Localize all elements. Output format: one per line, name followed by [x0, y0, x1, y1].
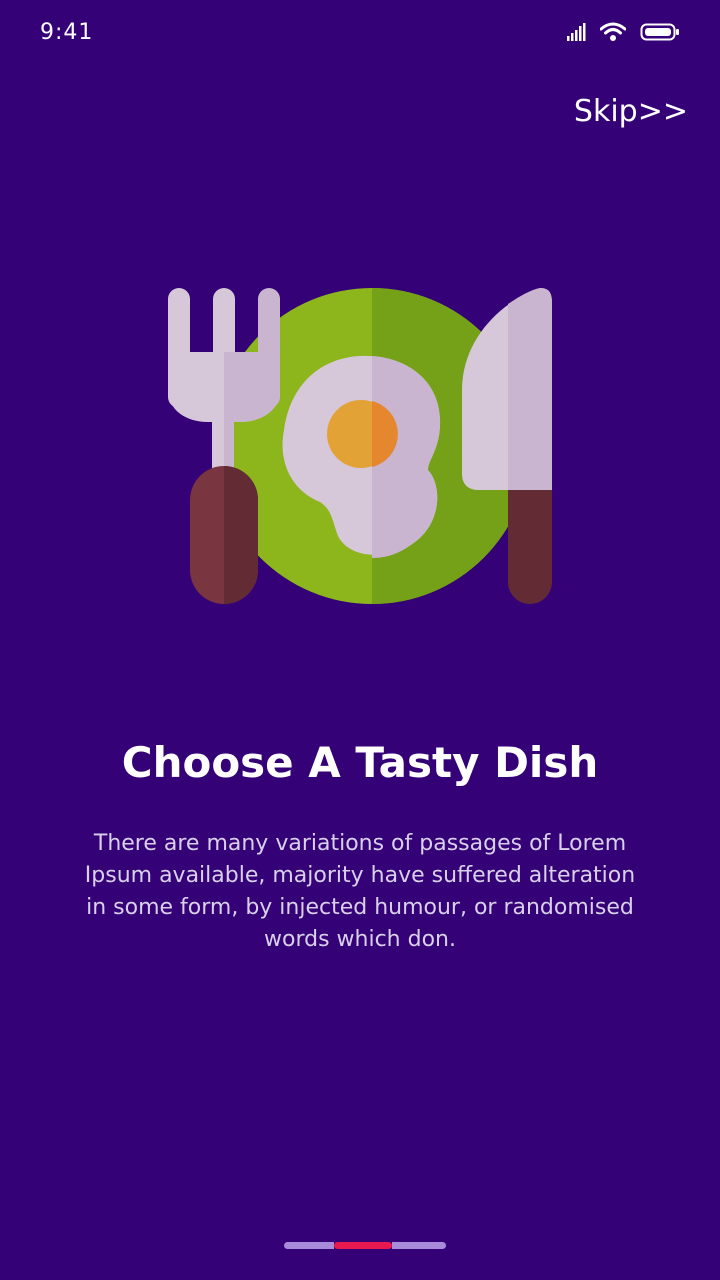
wifi-icon [600, 22, 626, 41]
onboarding-description: There are many variations of passages of… [84, 831, 636, 952]
status-time: 9:41 [40, 20, 94, 45]
signal-icon [567, 23, 586, 41]
page-dot-3[interactable] [392, 1242, 446, 1249]
battery-icon [640, 23, 679, 41]
page-indicator [284, 1242, 446, 1249]
plate-fork-knife-egg-icon [168, 288, 552, 604]
status-icons [566, 22, 680, 42]
skip-button[interactable]: Skip>> [574, 94, 688, 129]
status-bar: 9:41 [0, 0, 720, 70]
page-dot-1[interactable] [284, 1242, 334, 1249]
page-dot-2-active[interactable] [334, 1242, 392, 1249]
onboarding-title: Choose A Tasty Dish [121, 738, 599, 787]
